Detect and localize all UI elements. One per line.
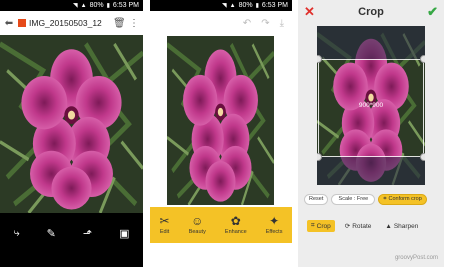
crop-mask-bottom: [317, 157, 425, 185]
crop-tabs: ⌗ Crop ⟳ Rotate ▲ Sharpen: [307, 218, 437, 234]
wifi-icon: ◥: [73, 3, 78, 9]
tool-edit[interactable]: ✂ Edit: [160, 215, 170, 235]
editor-screen: ◥ ▲ 80% ▮ 6:53 PM ↶ ↷ ⤓ ✂ Edit ☺ Beauty …: [150, 0, 292, 267]
editor-tool-bar: ✂ Edit ☺ Beauty ✿ Enhance ✦ Effects: [150, 207, 292, 243]
edit-icon[interactable]: ✎: [47, 227, 56, 240]
tab-label: Rotate: [352, 222, 372, 230]
confirm-crop-label: Conform crop: [388, 196, 422, 202]
check-icon[interactable]: ✔: [427, 4, 438, 20]
tool-label: Beauty: [188, 229, 206, 235]
battery-level: 80%: [238, 2, 253, 9]
tab-crop[interactable]: ⌗ Crop: [307, 220, 335, 232]
clock: 6:53 PM: [112, 2, 139, 9]
crop-screen: ✕ Crop ✔ 900*900 Reset Scale : Free ⌗ Co…: [298, 0, 444, 267]
trash-icon[interactable]: 🗑: [113, 18, 126, 29]
crop-icon: ⌗: [311, 222, 315, 229]
tab-rotate[interactable]: ⟳ Rotate: [341, 220, 376, 232]
crop-icon: ⌗: [383, 195, 387, 202]
sparkle-icon: ✦: [269, 214, 280, 228]
tool-enhance[interactable]: ✿ Enhance: [225, 215, 247, 235]
crop-mask-top: [317, 26, 425, 59]
crop-handle-bottom-right[interactable]: [420, 153, 425, 161]
status-bar: ◥ ▲ 80% ▮ 6:53 PM: [0, 0, 143, 11]
status-bar: ◥ ▲ 80% ▮ 6:53 PM: [150, 0, 292, 11]
tab-label: Sharpen: [393, 222, 419, 230]
gallery-appbar: ⬅ IMG_20150503_12 🗑 ⋮: [0, 11, 143, 35]
battery-icon: ▮: [255, 3, 259, 9]
tool-beauty[interactable]: ☺ Beauty: [189, 215, 206, 235]
tool-label: Effects: [265, 229, 283, 235]
crop-canvas[interactable]: 900*900: [317, 26, 425, 185]
tab-label: Crop: [316, 222, 331, 230]
crop-controls: Reset Scale : Free ⌗ Conform crop: [304, 193, 440, 205]
image-thumbnail-icon: [18, 19, 26, 27]
editor-toolbar: ↶ ↷ ⤓: [150, 11, 292, 35]
battery-icon: ▮: [106, 3, 110, 9]
editor-photo: [167, 36, 274, 205]
save-icon[interactable]: ⤓: [280, 18, 284, 29]
overflow-menu-icon[interactable]: ⋮: [128, 18, 140, 29]
photo-view[interactable]: [0, 35, 143, 213]
tool-effects[interactable]: ✦ Effects: [266, 215, 283, 235]
crop-frame[interactable]: 900*900: [318, 59, 424, 157]
page-title: Crop: [358, 6, 384, 18]
watermark: groovyPost.com: [394, 255, 438, 261]
signal-icon: ▲: [80, 2, 87, 9]
signal-icon: ▲: [229, 2, 236, 9]
scissors-icon: ✂: [159, 214, 170, 228]
share-icon[interactable]: ⤷: [14, 227, 20, 240]
navigation-bar: [0, 244, 143, 267]
palette-icon: ✿: [230, 214, 241, 228]
redo-icon[interactable]: ↷: [261, 18, 269, 29]
crop-size-label: 900*900: [358, 102, 384, 109]
rotate-icon: ⟳: [344, 223, 351, 230]
gallery-screen: ◥ ▲ 80% ▮ 6:53 PM ⬅ IMG_20150503_12 🗑 ⋮ …: [0, 0, 143, 267]
crop-handle-top-right[interactable]: [420, 55, 425, 63]
crop-header: ✕ Crop ✔: [298, 0, 444, 24]
smiley-icon: ☺: [191, 214, 204, 228]
info-icon[interactable]: ▣: [119, 227, 129, 240]
battery-level: 80%: [89, 2, 104, 9]
tool-label: Edit: [159, 229, 170, 235]
tool-label: Enhance: [224, 229, 247, 235]
image-filename: IMG_20150503_12: [29, 18, 102, 28]
sharpen-icon: ▲: [385, 222, 392, 230]
tab-sharpen[interactable]: ▲ Sharpen: [381, 221, 422, 232]
wifi-icon: ◥: [222, 3, 227, 9]
clock: 6:53 PM: [261, 2, 288, 9]
reset-button[interactable]: Reset: [304, 193, 329, 205]
close-icon[interactable]: ✕: [304, 4, 315, 20]
undo-icon[interactable]: ↶: [243, 18, 251, 29]
confirm-crop-button[interactable]: ⌗ Conform crop: [378, 193, 427, 205]
back-arrow-icon[interactable]: ⬅: [3, 18, 15, 29]
scale-selector[interactable]: Scale : Free: [331, 193, 376, 205]
gallery-actions: ⤷ ✎ ⬏ ▣: [0, 222, 143, 244]
open-with-icon[interactable]: ⬏: [83, 227, 92, 240]
